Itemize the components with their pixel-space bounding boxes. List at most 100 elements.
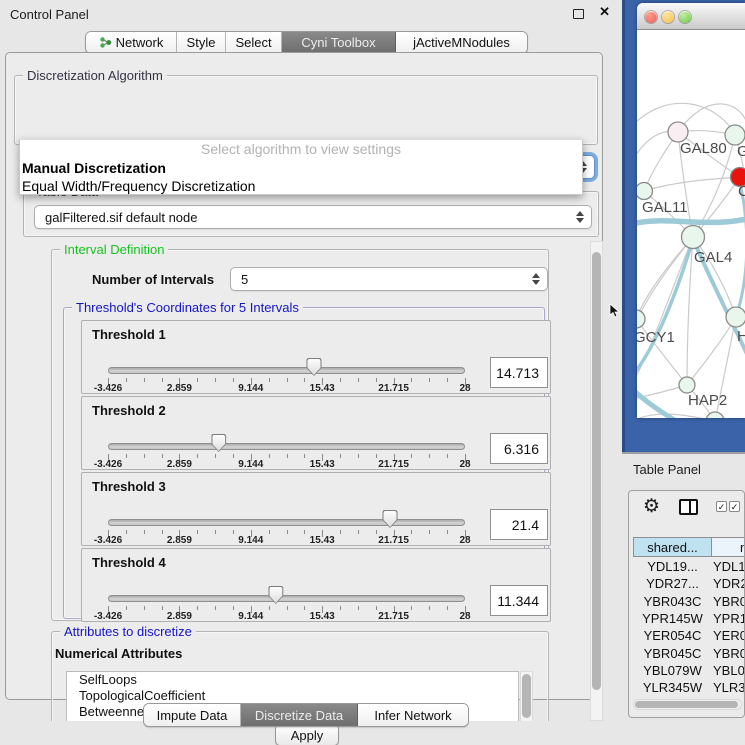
tab-label: Impute Data (157, 708, 228, 723)
cell-shared-name: YPR145W (634, 611, 711, 626)
table-row[interactable]: YLR345WYLR3 (629, 680, 745, 697)
tab-select[interactable]: Select (226, 32, 282, 53)
node-gcy1 (637, 310, 645, 328)
attribute-item[interactable]: SelfLoops (67, 672, 518, 688)
threshold-value-field[interactable]: 14.713 (490, 357, 548, 388)
tick-label: 15.43 (310, 535, 335, 546)
bottom-tab-bar: Impute Data Discretize Data Infer Network (143, 703, 469, 727)
cell-name: YBL0 (713, 663, 745, 678)
tick-label: 9.144 (238, 611, 263, 622)
cyni-toolbox-panel: Discretization Algorithm Table Data galF… (5, 52, 603, 700)
network-icon (99, 36, 112, 49)
threshold-box-1: Threshold 1-3.4262.8599.14415.4321.71528… (81, 320, 551, 394)
cell-shared-name: YDR27... (634, 576, 711, 591)
tick-mark (429, 378, 430, 382)
attributes-scrollbar[interactable] (520, 671, 533, 721)
tick-mark (215, 530, 216, 534)
tick-label: -3.426 (94, 459, 122, 470)
tick-mark (304, 606, 305, 610)
checkbox-icon[interactable]: ✓ (729, 501, 740, 512)
num-intervals-combobox[interactable]: 5 (230, 267, 548, 291)
tab-style[interactable]: Style (177, 32, 226, 53)
tick-mark (233, 530, 234, 534)
table-hscrollbar[interactable] (633, 699, 742, 710)
tick-mark (215, 606, 216, 610)
close-icon[interactable]: ✕ (599, 4, 610, 20)
tick-mark (162, 530, 163, 534)
float-window-icon[interactable] (573, 9, 584, 19)
tab-label: Infer Network (374, 708, 451, 723)
network-canvas[interactable]: GAL80GACGAL11GAL4GCY1HHAP2 (637, 31, 745, 418)
minimize-traffic-icon[interactable] (662, 11, 674, 23)
table-row[interactable]: YBR045CYBR0 (629, 646, 745, 663)
threshold-slider[interactable]: -3.4262.8599.14415.4321.71528 (108, 473, 465, 547)
tab-network[interactable]: Network (86, 32, 177, 53)
table-panel-title: Table Panel (633, 462, 701, 477)
tick-mark (358, 454, 359, 458)
tab-infer-network[interactable]: Infer Network (358, 704, 468, 726)
tab-label: Discretize Data (255, 708, 343, 723)
column-header-name[interactable]: n (711, 537, 745, 557)
threshold-box-3: Threshold 3-3.4262.8599.14415.4321.71528… (81, 472, 551, 546)
slider-track (108, 519, 465, 526)
combo-stepper-icon (576, 211, 584, 223)
tick-label: 2.859 (167, 611, 192, 622)
tick-mark (358, 378, 359, 382)
close-traffic-icon[interactable] (645, 11, 657, 23)
table-row[interactable]: YDL19...YDL1 (629, 559, 745, 576)
apply-button[interactable]: Apply (275, 724, 339, 745)
cell-shared-name: YBL079W (634, 663, 711, 678)
settings-scroll-area: Interval Definition Number of Intervals … (18, 241, 589, 721)
checkbox-icon[interactable]: ✓ (716, 501, 727, 512)
cell-name: YBR0 (713, 594, 745, 609)
threshold-slider[interactable]: -3.4262.8599.14415.4321.71528 (108, 549, 465, 623)
gear-icon[interactable]: ⚙ (643, 495, 660, 518)
tick-mark (126, 378, 127, 382)
table-row[interactable]: YER054CYER0 (629, 628, 745, 645)
tick-mark (447, 454, 448, 458)
table-row[interactable]: YPR145WYPR1 (629, 611, 745, 628)
tick-mark (197, 378, 198, 382)
table-row[interactable]: YBR043CYBR0 (629, 594, 745, 611)
tab-discretize-data[interactable]: Discretize Data (241, 704, 358, 726)
table-data-value: galFiltered.sif default node (45, 210, 197, 225)
tick-mark (269, 378, 270, 382)
num-intervals-value: 5 (241, 272, 248, 287)
algorithm-popup[interactable]: Select algorithm to view settings Manual… (19, 139, 583, 195)
tick-mark (144, 378, 145, 382)
tick-label: 15.43 (310, 611, 335, 622)
tick-label: 15.43 (310, 383, 335, 394)
cell-name: YIL0 (713, 697, 740, 698)
attribute-item[interactable]: TopologicalCoefficient (67, 688, 518, 704)
tick-mark (215, 454, 216, 458)
panel-scrollbar[interactable] (590, 241, 603, 721)
zoom-traffic-icon[interactable] (679, 11, 691, 23)
network-window-titlebar[interactable] (637, 3, 745, 30)
table-row[interactable]: YIL052CYIL0 (629, 697, 745, 698)
tab-jactivemnodules[interactable]: jActiveMNodules (396, 32, 527, 53)
tick-label: 28 (459, 535, 470, 546)
tick-label: 2.859 (167, 459, 192, 470)
column-header-shared[interactable]: shared... (633, 537, 712, 557)
cell-name: YLR3 (713, 680, 745, 695)
tick-label: 9.144 (238, 459, 263, 470)
tick-mark (162, 454, 163, 458)
node-label-gal4: GAL4 (694, 249, 732, 266)
mouse-cursor (609, 303, 621, 319)
tab-cyni-toolbox[interactable]: Cyni Toolbox (282, 32, 396, 53)
popup-item-0[interactable]: Manual Discretization (20, 159, 582, 177)
threshold-value-field[interactable]: 11.344 (490, 585, 548, 616)
table-row[interactable]: YDR27...YDR2 (629, 576, 745, 593)
threshold-value-field[interactable]: 21.4 (490, 509, 548, 540)
interval-definition-title: Interval Definition (60, 242, 168, 257)
split-columns-icon[interactable] (679, 499, 698, 515)
table-row[interactable]: YBL079WYBL0 (629, 663, 745, 680)
tick-mark (340, 530, 341, 534)
table-data-combobox[interactable]: galFiltered.sif default node (34, 205, 592, 229)
threshold-value-field[interactable]: 6.316 (490, 433, 548, 464)
tick-mark (233, 454, 234, 458)
popup-item-1[interactable]: Equal Width/Frequency Discretization (20, 177, 582, 195)
threshold-slider[interactable]: -3.4262.8599.14415.4321.71528 (108, 397, 465, 471)
tab-impute-data[interactable]: Impute Data (144, 704, 241, 726)
threshold-slider[interactable]: -3.4262.8599.14415.4321.71528 (108, 321, 465, 395)
